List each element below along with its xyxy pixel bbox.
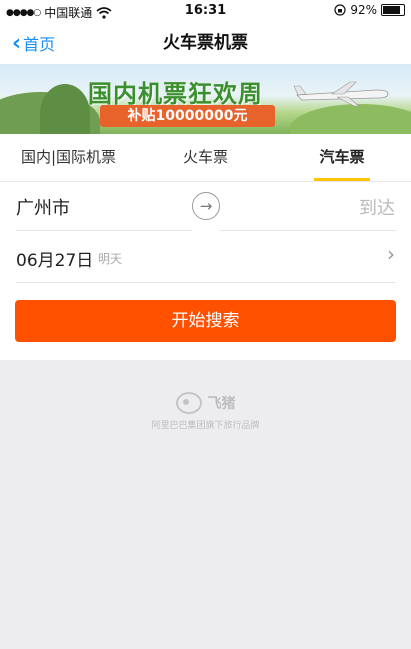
arrival-city-field[interactable]: 到达 [359,194,395,220]
page-title: 火车票机票 [163,33,248,53]
banner-headline: 国内机票狂欢周 [88,80,263,108]
departure-city[interactable]: 广州市 [16,194,70,220]
orientation-lock-icon [334,4,346,16]
tab-bus[interactable]: 汽车票 [314,134,370,181]
active-tab-indicator [314,178,370,181]
search-form: 广州市 → 到达 06月27日 明天 › 开始搜索 [0,182,411,360]
divider [220,230,396,231]
search-button[interactable]: 开始搜索 [15,300,396,342]
tab-label: 汽车票 [319,148,365,166]
tab-label: 火车票 [182,148,228,166]
hills-graphic [290,104,411,134]
tab-flights[interactable]: 国内|国际机票 [0,134,137,181]
battery-icon [381,4,405,16]
banner-subsidy: 补贴10000000元 [100,105,275,127]
divider [16,282,396,283]
promo-banner[interactable]: 国内机票狂欢周 补贴10000000元 [0,64,411,134]
divider [16,230,192,231]
tab-label: 国内|国际机票 [20,148,117,166]
battery-percent: 92% [350,3,377,17]
brand-footer: 飞猪 阿里巴巴集团旗下旅行品牌 [0,392,411,431]
tab-train[interactable]: 火车票 [137,134,274,181]
swap-cities-icon[interactable]: → [192,192,220,220]
brand-tagline: 阿里巴巴集团旗下旅行品牌 [151,421,260,431]
tab-bar: 国内|国际机票 火车票 汽车票 [0,134,411,182]
mountain-graphic [40,84,90,134]
status-bar: ●●●●○ 中国联通 16:31 92% [0,0,411,22]
brand-name: 飞猪 [207,396,236,412]
date-hint: 明天 [98,252,123,266]
chevron-right-icon[interactable]: › [387,242,395,266]
nav-bar: ‹ 首页 火车票机票 [0,22,411,64]
airplane-icon [293,81,389,107]
pig-logo-icon [175,392,202,414]
departure-date[interactable]: 06月27日 [16,246,93,271]
